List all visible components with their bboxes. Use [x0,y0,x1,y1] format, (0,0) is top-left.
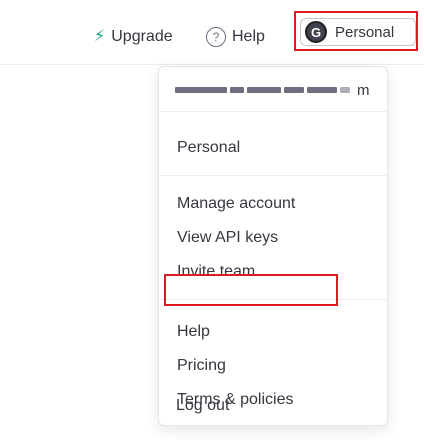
redacted-block [230,87,244,93]
account-dropdown-menu: m Personal Manage account View API keys … [158,66,388,426]
account-menu-button[interactable]: G Personal [300,18,416,46]
top-bar: ⚡︎ Upgrade ? Help G Personal [0,0,424,64]
upgrade-label: Upgrade [111,28,173,45]
view-api-keys-item[interactable]: View API keys [177,229,278,247]
org-section-title: Personal [177,139,241,156]
menu-divider [159,175,387,176]
help-link[interactable]: ? Help [206,26,265,48]
api-keys-highlight [164,274,338,306]
manage-account-item[interactable]: Manage account [177,195,295,213]
redacted-block [340,87,350,93]
lightning-bolt-icon: ⚡︎ [94,28,106,45]
redacted-block [175,87,227,93]
help-label: Help [232,28,265,45]
topbar-divider [0,64,424,65]
email-tail: m [357,81,370,99]
account-label: Personal [335,23,395,41]
redacted-email: m [175,81,375,99]
redacted-block [284,87,304,93]
question-circle-icon: ? [206,27,226,47]
menu-divider [159,111,387,112]
redacted-block [307,87,337,93]
log-out-item[interactable]: Log out [176,397,229,415]
upgrade-link[interactable]: ⚡︎ Upgrade [94,26,173,48]
pricing-item[interactable]: Pricing [177,357,226,375]
redacted-block [247,87,281,93]
avatar: G [305,21,327,43]
help-item[interactable]: Help [177,323,210,341]
